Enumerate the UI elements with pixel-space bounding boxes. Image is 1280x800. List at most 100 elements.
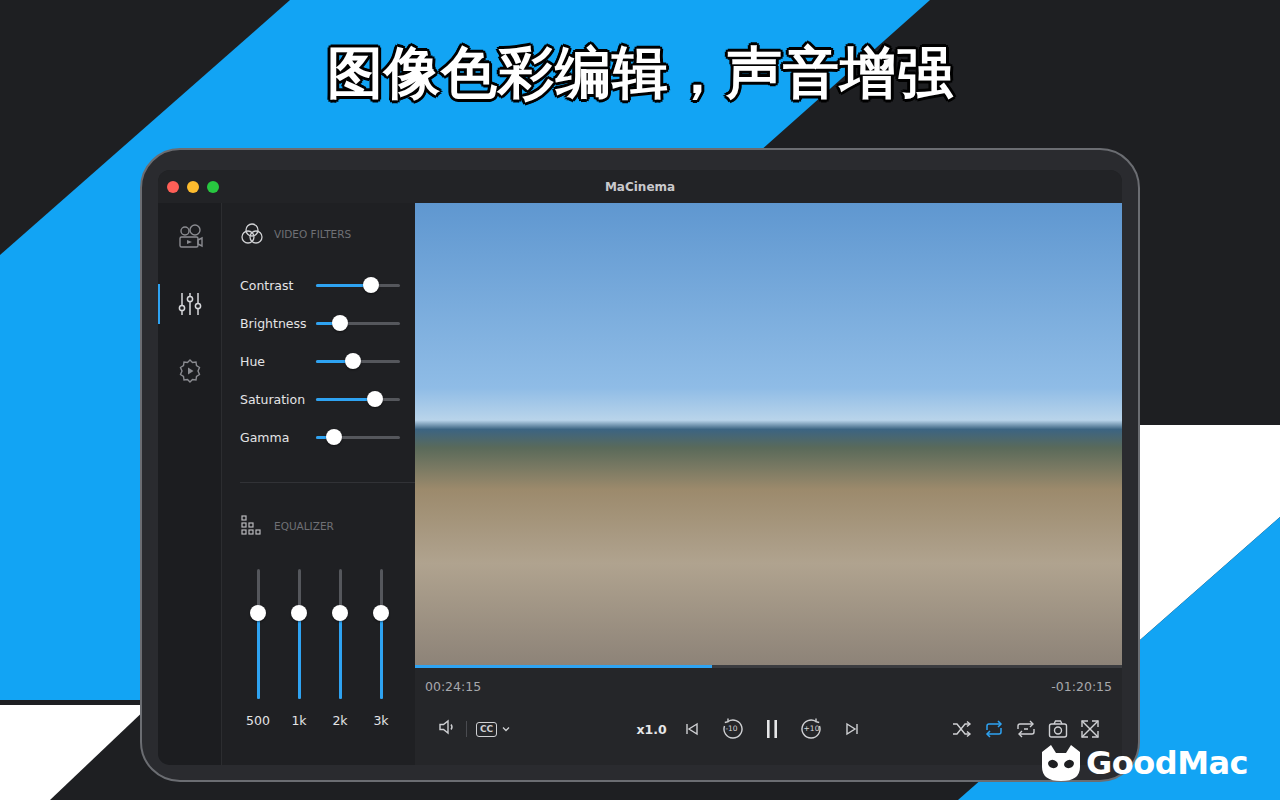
band-track[interactable] bbox=[380, 569, 383, 699]
slider-knob[interactable] bbox=[363, 277, 379, 293]
brand-watermark: GoodMac bbox=[1040, 743, 1248, 783]
playback-controls: x1.0 -10 +10 bbox=[632, 713, 912, 745]
next-button[interactable] bbox=[832, 713, 872, 745]
band-label: 500 bbox=[246, 713, 270, 728]
selection-indicator bbox=[158, 284, 160, 324]
filter-slider-row: Saturation bbox=[240, 380, 415, 418]
progress-fill bbox=[415, 665, 712, 668]
window-body: VIDEO FILTERS Contrast Brightness Hue Satura… bbox=[158, 203, 1122, 765]
slider-knob[interactable] bbox=[345, 353, 361, 369]
skip-previous-icon bbox=[684, 721, 700, 737]
fullscreen-button[interactable] bbox=[1074, 713, 1106, 745]
filter-sliders: Contrast Brightness Hue Saturation Gamma bbox=[240, 266, 415, 456]
slider-track[interactable] bbox=[316, 398, 400, 401]
window-title: MaCinema bbox=[605, 180, 675, 194]
sidebar-item[interactable] bbox=[158, 345, 221, 397]
slider-track[interactable] bbox=[316, 284, 400, 287]
repeat-icon bbox=[983, 718, 1005, 740]
zoom-button[interactable] bbox=[207, 181, 219, 193]
media-icon bbox=[177, 224, 203, 250]
rewind-button[interactable]: -10 bbox=[712, 713, 752, 745]
app-window: MaCinema VIDEO FILTERS Contrast Brightness H… bbox=[158, 170, 1122, 765]
screenshot-button[interactable] bbox=[1042, 713, 1074, 745]
slider-label: Brightness bbox=[240, 316, 316, 331]
subtitles-button[interactable]: CC bbox=[476, 722, 511, 737]
repeat-button[interactable] bbox=[978, 713, 1010, 745]
skip-next-icon bbox=[844, 721, 860, 737]
panel-divider bbox=[240, 482, 415, 483]
headline: 图像色彩编辑，声音增强 bbox=[327, 36, 954, 112]
pause-icon bbox=[764, 719, 780, 739]
sidebar bbox=[158, 203, 222, 765]
filter-slider-row: Contrast bbox=[240, 266, 415, 304]
forward-label: +10 bbox=[792, 723, 832, 735]
subtitles-label: CC bbox=[476, 722, 497, 737]
brand-name: GoodMac bbox=[1086, 744, 1248, 782]
band-track[interactable] bbox=[339, 569, 342, 699]
slider-track[interactable] bbox=[316, 360, 400, 363]
sliders-icon bbox=[177, 291, 203, 317]
band-track[interactable] bbox=[298, 569, 301, 699]
band-fill bbox=[257, 613, 260, 699]
previous-button[interactable] bbox=[672, 713, 712, 745]
slider-knob[interactable] bbox=[367, 391, 383, 407]
shuffle-icon bbox=[951, 718, 973, 740]
slider-label: Contrast bbox=[240, 278, 316, 293]
filter-slider-row: Gamma bbox=[240, 418, 415, 456]
equalizer-band: 2k bbox=[322, 569, 358, 728]
band-knob[interactable] bbox=[332, 605, 348, 621]
forward-button[interactable]: +10 bbox=[792, 713, 832, 745]
adjustments-panel: VIDEO FILTERS Contrast Brightness Hue Satura… bbox=[222, 203, 415, 765]
window-controls bbox=[158, 181, 605, 193]
loop-button[interactable] bbox=[1010, 713, 1042, 745]
close-button[interactable] bbox=[167, 181, 179, 193]
chevron-down-icon bbox=[501, 724, 511, 734]
elapsed-time: 00:24:15 bbox=[425, 679, 481, 694]
player-area: 00:24:15 -01:20:15 CC x1.0 -10 +10 bbox=[415, 203, 1122, 765]
equalizer-title: EQUALIZER bbox=[274, 520, 334, 532]
camera-icon bbox=[1047, 718, 1069, 740]
speed-button[interactable]: x1.0 bbox=[632, 713, 672, 745]
slider-knob[interactable] bbox=[332, 315, 348, 331]
shuffle-button[interactable] bbox=[946, 713, 978, 745]
speaker-icon bbox=[437, 717, 457, 737]
remaining-time: -01:20:15 bbox=[1051, 679, 1112, 694]
slider-label: Gamma bbox=[240, 430, 316, 445]
control-bar: CC x1.0 -10 +10 bbox=[415, 713, 1122, 745]
band-label: 1k bbox=[291, 713, 306, 728]
slider-track[interactable] bbox=[316, 436, 400, 439]
color-circles-icon bbox=[240, 222, 264, 246]
play-pause-button[interactable] bbox=[752, 713, 792, 745]
band-knob[interactable] bbox=[373, 605, 389, 621]
filter-slider-row: Brightness bbox=[240, 304, 415, 342]
band-fill bbox=[339, 613, 342, 699]
equalizer-band: 500 bbox=[240, 569, 276, 728]
slider-knob[interactable] bbox=[326, 429, 342, 445]
device-frame: MaCinema VIDEO FILTERS Contrast Brightness H… bbox=[140, 148, 1140, 782]
sidebar-item[interactable] bbox=[158, 211, 221, 263]
slider-track[interactable] bbox=[316, 322, 400, 325]
volume-button[interactable] bbox=[437, 717, 457, 741]
equalizer-header: EQUALIZER bbox=[240, 513, 415, 539]
minimize-button[interactable] bbox=[187, 181, 199, 193]
slider-fill bbox=[316, 398, 375, 401]
control-divider bbox=[466, 721, 467, 737]
equalizer-band: 3k bbox=[363, 569, 399, 728]
band-track[interactable] bbox=[257, 569, 260, 699]
band-fill bbox=[298, 613, 301, 699]
loop-icon bbox=[1015, 718, 1037, 740]
rewind-label: -10 bbox=[712, 723, 752, 735]
video-filters-header: VIDEO FILTERS bbox=[240, 221, 415, 247]
right-controls bbox=[912, 713, 1107, 745]
band-fill bbox=[380, 613, 383, 699]
slider-label: Hue bbox=[240, 354, 316, 369]
filter-slider-row: Hue bbox=[240, 342, 415, 380]
equalizer-icon bbox=[240, 514, 264, 538]
equalizer-band: 1k bbox=[281, 569, 317, 728]
sidebar-item[interactable] bbox=[158, 278, 221, 330]
equalizer-bands: 500 1k 2k 3k bbox=[240, 569, 415, 728]
band-knob[interactable] bbox=[291, 605, 307, 621]
band-label: 3k bbox=[373, 713, 388, 728]
progress-track[interactable] bbox=[415, 665, 1122, 668]
band-knob[interactable] bbox=[250, 605, 266, 621]
